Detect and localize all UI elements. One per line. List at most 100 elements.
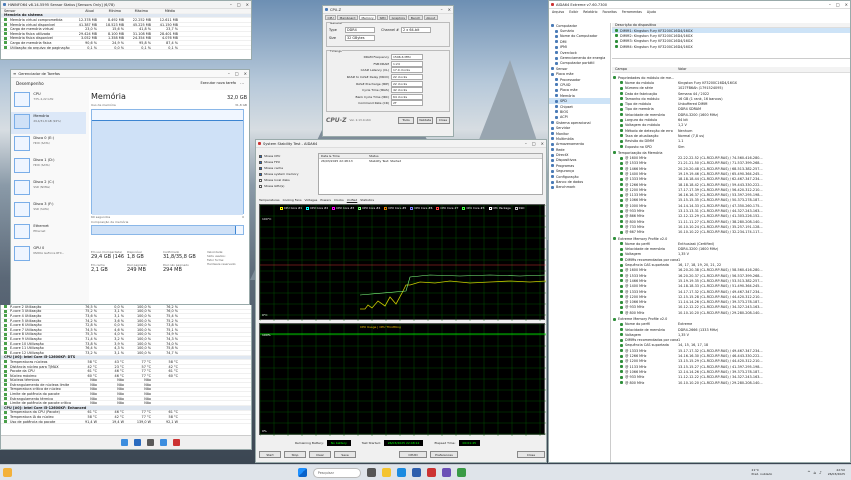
detail-row[interactable]: Tipo de módulo Unbuffered DIMM xyxy=(612,101,850,106)
stability-tab[interactable]: Voltages xyxy=(305,198,318,202)
hwinfo-taskbar-icon[interactable] xyxy=(411,468,421,477)
detail-row[interactable]: @ 1466 MHz 15-19-19-35 (CL-RCD-RP-RAS) / … xyxy=(612,278,850,283)
report-icon[interactable] xyxy=(160,439,167,446)
start-icon[interactable] xyxy=(297,468,307,477)
aida64-window[interactable]: AIDA64 Extreme v7.60.7300 – □ × Arquivo Exi… xyxy=(548,0,851,463)
weather-widget[interactable]: 21°C Pred. nublado xyxy=(752,468,773,476)
stability-stop-button[interactable]: Stop xyxy=(284,451,306,458)
detail-row[interactable]: @ 1266 MHz 14-16-16-30 (CL-RCD-RP-RAS) / … xyxy=(612,353,850,358)
stability-tab[interactable]: Unified xyxy=(347,198,358,202)
detail-row[interactable]: @ 1400 MHz 14-18-18-33 (CL-RCD-RP-RAS) / … xyxy=(612,284,850,289)
settings-icon[interactable] xyxy=(134,439,141,446)
detail-row[interactable]: @ 1533 MHz 16-20-20-37 (CL-RCD-RP-RAS) / … xyxy=(612,273,850,278)
checkbox[interactable] xyxy=(259,178,262,182)
stability-tab[interactable]: Statistics xyxy=(360,198,374,202)
stability-close-button[interactable]: Close xyxy=(517,451,545,458)
menu-item[interactable]: Arquivo xyxy=(552,10,564,14)
stability-titlebar[interactable]: System Stability Test - AIDA64 – □ × xyxy=(256,140,546,148)
perf-item-7[interactable]: GPU 0 NVIDIA GeForce RTX... xyxy=(11,244,86,266)
detail-row[interactable]: @ 1000 MHz 14-14-14-33 (CL-RCD-RP-RAS) / … xyxy=(612,203,850,208)
detail-row[interactable]: @ 667 MHz 10-10-10-22 (CL-RCD-RP-RAS) / 3… xyxy=(612,230,850,235)
close-button[interactable]: Close xyxy=(436,116,450,124)
col-field[interactable]: Campo xyxy=(612,67,678,72)
menu-item[interactable]: Ferramentas xyxy=(622,10,642,14)
tools-button[interactable]: Tools xyxy=(398,116,414,124)
search-input[interactable]: Pesquisar xyxy=(312,467,361,478)
perf-item-0[interactable]: CPU 73% 4,22 GHz xyxy=(11,90,86,112)
network-icon[interactable]: ⌂ xyxy=(814,470,817,475)
minimize-icon[interactable]: – xyxy=(829,2,831,7)
stress-option[interactable]: Stress GPU(s) xyxy=(259,183,314,189)
detail-row[interactable]: @ 1200 MHz 13-15-15-29 (CL-RCD-RP-RAS) / … xyxy=(612,359,850,364)
detail-row[interactable]: @ 800 MHz 10-10-10-20 (CL-RCD-RP-RAS) / 2… xyxy=(612,310,850,315)
close-icon[interactable]: × xyxy=(448,7,451,12)
more-options-icon[interactable]: ⋯ xyxy=(240,81,244,86)
stability-tab[interactable]: Temperatures xyxy=(259,198,280,202)
stability-test-window[interactable]: System Stability Test - AIDA64 – □ × Stres… xyxy=(255,139,547,463)
clock[interactable]: 22:50 26/03/2025 xyxy=(828,468,845,476)
col-header[interactable]: Máximo xyxy=(123,9,150,13)
detail-row[interactable]: DIMMs recomendados por canal 1 xyxy=(612,338,850,343)
detail-row[interactable]: @ 1466 MHz 20-20-20-48 (CL-RCD-RP-RAS) / … xyxy=(612,166,850,171)
stability-tab[interactable]: Clocks xyxy=(334,198,344,202)
cpuz-tab-memory[interactable]: Memory xyxy=(358,15,377,20)
edge-icon[interactable] xyxy=(396,468,406,477)
perf-item-2[interactable]: Disco 0 (E:) HDD (SATA) xyxy=(11,134,86,156)
detail-row[interactable]: @ 1600 MHz 22-22-22-52 (CL-RCD-RP-RAS) / … xyxy=(612,155,850,160)
checkbox[interactable] xyxy=(259,154,262,158)
minimize-icon[interactable]: – xyxy=(525,141,527,146)
maximize-icon[interactable]: □ xyxy=(836,2,840,7)
stability-save-button[interactable]: Save xyxy=(334,451,356,458)
task-view-icon[interactable] xyxy=(366,468,376,477)
close-icon[interactable] xyxy=(173,439,180,446)
perf-item-6[interactable]: Ethernet Ethernet xyxy=(11,222,86,244)
stability-start-button[interactable]: Start xyxy=(259,451,281,458)
aida-taskbar-icon[interactable] xyxy=(426,468,436,477)
maximize-icon[interactable]: □ xyxy=(235,71,239,76)
task-manager-taskbar-icon[interactable] xyxy=(456,468,466,477)
detail-row[interactable]: Sequência CAS suportada 14, 15, 16, 17, 1… xyxy=(612,343,850,348)
maximize-icon[interactable]: □ xyxy=(532,141,536,146)
cpuz-tab-graphics[interactable]: Graphics xyxy=(389,15,408,20)
detail-row[interactable]: Nome do perfil Enthusiast (Certified) xyxy=(612,241,850,246)
detail-row[interactable]: Revisão do DIMM 1.1 xyxy=(612,139,850,144)
col-header[interactable]: Sensor xyxy=(1,9,69,13)
detail-row[interactable]: @ 800 MHz 10-10-10-20 (CL-RCD-RP-RAS) / 2… xyxy=(612,380,850,385)
stability-tab[interactable]: Powers xyxy=(320,198,331,202)
menu-item[interactable]: Favoritos xyxy=(602,10,616,14)
detail-row[interactable]: Taxa de atualização Normal (7,8 us) xyxy=(612,133,850,138)
checkbox[interactable] xyxy=(259,160,262,164)
run-task-button[interactable]: Executar nova tarefa xyxy=(201,81,237,85)
stability-preferences-button[interactable]: Preferences xyxy=(430,451,458,458)
detail-row[interactable]: Voltagem 1,35 V xyxy=(612,252,850,257)
cpuz-tab-spd[interactable]: SPD xyxy=(377,15,389,20)
stability-tab[interactable]: Cooling Fans xyxy=(283,198,302,202)
detail-row[interactable]: Voltagem 1,35 V xyxy=(612,332,850,337)
detail-row[interactable]: @ 933 MHz 11-12-12-22 (CL-RCD-RP-RAS) / 3… xyxy=(612,375,850,380)
taskmgr-titlebar[interactable]: ≡ Gerenciador de Tarefas – □ × xyxy=(11,70,249,78)
close-icon[interactable]: × xyxy=(541,141,544,146)
detail-row[interactable]: @ 1600 MHz 16-20-20-38 (CL-RCD-RP-RAS) / … xyxy=(612,268,850,273)
tree-item[interactable]: Benchmark xyxy=(549,185,610,190)
sensor-row[interactable]: Utilização do arquivo de paginação 0,1 % 0… xyxy=(1,46,251,51)
cpuz-tab-bench[interactable]: Bench xyxy=(408,15,423,20)
minimize-icon[interactable]: – xyxy=(228,71,230,76)
hwinfo-window-bottom[interactable]: P-core 2 Utilização 76,5 % 0,0 % 100,0 % 76,… xyxy=(0,305,252,450)
volume-icon[interactable]: ♪ xyxy=(819,470,822,475)
detail-row[interactable]: Largura do módulo 64 bit xyxy=(612,117,850,122)
cpuz-window[interactable]: CPU-Z – × CPU Mainboard Memory SPD Graphics Be… xyxy=(322,5,454,137)
detail-row[interactable]: Voltagem do módulo 1,2 V xyxy=(612,123,850,128)
detail-row[interactable]: Tipo de memória DDR4 SDRAM xyxy=(612,107,850,112)
file-explorer-icon[interactable] xyxy=(381,468,391,477)
detail-row[interactable]: @ 1133 MHz 16-16-16-37 (CL-RCD-RP-RAS) / … xyxy=(612,193,850,198)
detail-row[interactable]: @ 1400 MHz 19-19-19-46 (CL-RCD-RP-RAS) / … xyxy=(612,171,850,176)
validate-button[interactable]: Validate xyxy=(417,116,433,124)
detail-row[interactable]: Exposto no SPD Sim xyxy=(612,144,850,149)
stability-cpuid-button[interactable]: CPUID xyxy=(399,451,427,458)
checkbox[interactable] xyxy=(259,184,262,188)
checkbox[interactable] xyxy=(259,166,262,170)
col-header[interactable]: Atual xyxy=(69,9,96,13)
detail-row[interactable]: Tamanho do módulo 16 GB (1 rank, 16 banco… xyxy=(612,96,850,101)
detail-row[interactable]: @ 1333 MHz 15-17-17-32 (CL-RCD-RP-RAS) / … xyxy=(612,348,850,353)
detail-row[interactable]: @ 933 MHz 13-13-13-31 (CL-RCD-RP-RAS) / 4… xyxy=(612,208,850,213)
